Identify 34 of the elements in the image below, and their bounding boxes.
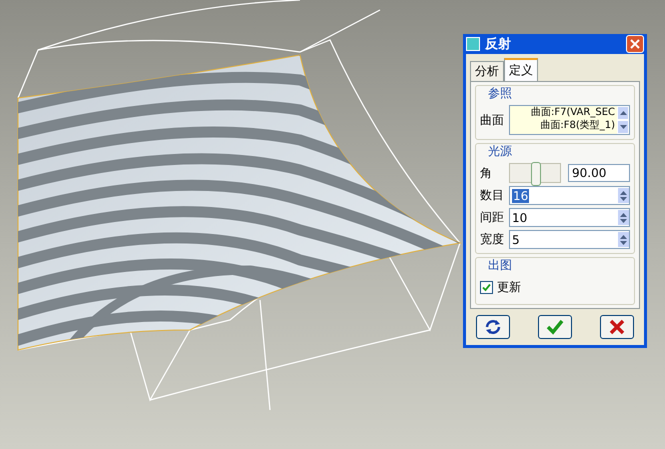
scroll-up-icon[interactable] bbox=[617, 106, 629, 120]
checkbox[interactable] bbox=[480, 281, 493, 294]
spinner-arrows-icon[interactable] bbox=[620, 212, 627, 222]
field-label: 角 bbox=[480, 164, 493, 182]
cross-icon bbox=[609, 319, 625, 335]
scroll-down-icon[interactable] bbox=[617, 120, 629, 134]
refresh-icon bbox=[484, 319, 502, 335]
window-icon bbox=[466, 37, 480, 51]
refresh-button[interactable] bbox=[476, 315, 510, 339]
checkmark-icon bbox=[546, 319, 564, 335]
slider-thumb[interactable] bbox=[531, 162, 541, 186]
list-item[interactable]: 曲面:F7(VAR_SEC bbox=[530, 106, 615, 119]
tab[interactable]: 定义 bbox=[504, 58, 538, 81]
close-icon bbox=[630, 39, 640, 49]
angle-field[interactable]: 90.00 bbox=[568, 164, 630, 182]
field-label: 间距 bbox=[480, 209, 505, 226]
field-label: 宽度 bbox=[480, 231, 505, 248]
spinner-arrows-icon[interactable] bbox=[620, 190, 627, 200]
tab[interactable]: 分析 bbox=[470, 61, 504, 81]
cancel-button[interactable] bbox=[600, 315, 634, 339]
spin-field[interactable]: 10 bbox=[509, 208, 630, 227]
field-label: 数目 bbox=[480, 187, 505, 204]
close-button[interactable] bbox=[626, 35, 644, 53]
checkbox-label: 更新 bbox=[497, 279, 521, 296]
window-title: 反射 bbox=[485, 36, 512, 53]
list-item[interactable]: 曲面:F8(类型_1) bbox=[540, 119, 615, 132]
spin-field[interactable]: 5 bbox=[509, 230, 630, 249]
group-title: 光源 bbox=[488, 143, 513, 160]
group-title: 出图 bbox=[488, 257, 513, 274]
spinner-arrows-icon[interactable] bbox=[620, 234, 627, 244]
group-title: 参照 bbox=[488, 85, 513, 102]
ok-button[interactable] bbox=[538, 315, 572, 339]
spin-field[interactable]: 16 bbox=[509, 186, 630, 205]
field-label: 曲面 bbox=[480, 112, 505, 128]
